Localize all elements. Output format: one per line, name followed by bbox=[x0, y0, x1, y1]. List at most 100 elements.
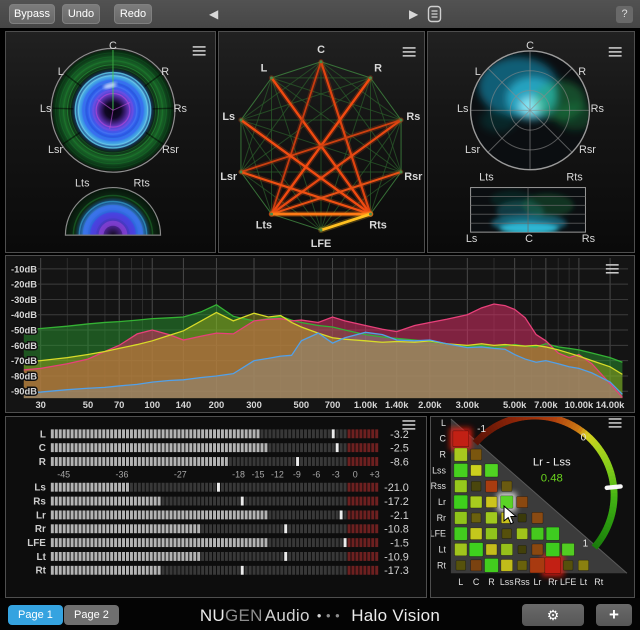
matrix-cell-LFE-Lss[interactable] bbox=[502, 529, 512, 539]
channel-label: R bbox=[374, 62, 382, 74]
gauge-scale-label: -1 bbox=[477, 424, 486, 435]
channel-label: Lts bbox=[479, 172, 494, 184]
matrix-cell-Lt-L[interactable] bbox=[455, 543, 467, 555]
matrix-cell-Lt-R[interactable] bbox=[486, 544, 497, 555]
prev-preset-icon[interactable]: ◀ bbox=[209, 7, 218, 21]
gear-icon: ⚙ bbox=[547, 607, 560, 623]
panel-menu-icon[interactable] bbox=[403, 48, 416, 56]
channel-label: R bbox=[161, 66, 169, 78]
matrix-cell-Rss-C[interactable] bbox=[471, 481, 481, 491]
matrix-cell-Lt-Lss[interactable] bbox=[501, 544, 513, 556]
meter-scale-tick: -36 bbox=[116, 469, 129, 479]
meter-channel-label: Lr bbox=[36, 510, 46, 521]
help-button[interactable]: ? bbox=[616, 6, 633, 23]
matrix-cell-Lss-C[interactable] bbox=[471, 465, 482, 476]
gauge-pair-title: Lr - Lss bbox=[533, 456, 571, 468]
gauge-marker bbox=[607, 486, 621, 487]
panel-menu-icon[interactable] bbox=[609, 48, 622, 56]
channel-label: Rts bbox=[369, 219, 387, 231]
channel-label: C bbox=[525, 233, 533, 245]
matrix-cell-Rss-Lss[interactable] bbox=[502, 481, 512, 491]
matrix-col-label: R bbox=[488, 577, 495, 587]
panel-menu-icon[interactable] bbox=[402, 421, 415, 429]
channel-label: Lsr bbox=[48, 144, 63, 156]
y-axis-tick: -90dB bbox=[11, 387, 37, 397]
matrix-cell-C-L[interactable] bbox=[453, 431, 469, 447]
matrix-cell-Rt-Lss[interactable] bbox=[501, 559, 513, 571]
brand-audio: Audio bbox=[265, 606, 310, 625]
matrix-cell-Lt-C[interactable] bbox=[469, 543, 483, 557]
matrix-col-label: Rr bbox=[548, 577, 557, 587]
matrix-cell-LFE-Rr[interactable] bbox=[546, 527, 559, 540]
preset-list-icon[interactable] bbox=[427, 5, 443, 24]
brand-dot: ● bbox=[317, 611, 322, 620]
panel-menu-icon[interactable] bbox=[609, 419, 622, 427]
matrix-col-label: Rss bbox=[514, 577, 530, 587]
bypass-button[interactable]: Bypass bbox=[9, 4, 55, 24]
matrix-cell-Lss-R[interactable] bbox=[485, 464, 498, 477]
gauge-scale-label: 1 bbox=[583, 539, 589, 550]
matrix-cell-Rr-C[interactable] bbox=[471, 513, 481, 523]
matrix-cell-Rt-C[interactable] bbox=[471, 560, 482, 571]
meter-row-C: C-2.5 bbox=[39, 443, 409, 455]
matrix-col-label: Rt bbox=[594, 577, 603, 587]
matrix-cell-Lt-LFE[interactable] bbox=[562, 543, 574, 555]
matrix-cell-Lr-Lss[interactable] bbox=[501, 496, 513, 508]
matrix-cell-Rss-R[interactable] bbox=[486, 480, 498, 492]
matrix-cell-Lt-Rss[interactable] bbox=[518, 545, 526, 553]
matrix-cell-LFE-Lr[interactable] bbox=[531, 527, 543, 539]
channel-label: L bbox=[261, 62, 268, 74]
undo-button[interactable]: Undo bbox=[62, 4, 100, 24]
x-axis-tick: 30 bbox=[35, 400, 45, 410]
meter-value: -10.8 bbox=[384, 524, 409, 536]
matrix-cell-Rt-L[interactable] bbox=[456, 561, 466, 571]
matrix-cell-Rt-Lr[interactable] bbox=[530, 558, 545, 573]
meter-channel-label: Ls bbox=[34, 483, 46, 494]
matrix-cell-Rt-R[interactable] bbox=[485, 558, 499, 572]
meter-channel-label: Rr bbox=[35, 524, 46, 535]
matrix-cell-Rss-L[interactable] bbox=[455, 480, 467, 492]
matrix-cell-Rr-R[interactable] bbox=[486, 512, 498, 524]
polar-scope-panel: CRRsRsrLsrLsLLtsRtsLsCRs bbox=[427, 31, 635, 253]
matrix-cell-LFE-R[interactable] bbox=[486, 528, 498, 540]
meter-scale-tick: -27 bbox=[174, 469, 187, 479]
matrix-cell-R-L[interactable] bbox=[454, 448, 467, 461]
matrix-row-label: Lss bbox=[432, 465, 446, 475]
brand-nu: NU bbox=[200, 606, 225, 625]
matrix-cell-Rr-Rss[interactable] bbox=[518, 514, 526, 522]
matrix-cell-Lt-Rr[interactable] bbox=[546, 543, 560, 557]
matrix-cell-Lr-L[interactable] bbox=[454, 495, 468, 509]
x-axis-tick: 140 bbox=[176, 400, 192, 410]
matrix-cell-Lr-Rss[interactable] bbox=[517, 497, 528, 508]
matrix-cell-Lr-R[interactable] bbox=[486, 497, 497, 508]
matrix-cell-LFE-C[interactable] bbox=[470, 528, 482, 540]
panel-menu-icon[interactable] bbox=[193, 47, 206, 55]
matrix-col-label: Lss bbox=[500, 577, 514, 587]
x-axis-tick: 10.00k bbox=[565, 400, 594, 410]
matrix-cell-Lss-L[interactable] bbox=[454, 463, 468, 477]
matrix-cell-LFE-Rss[interactable] bbox=[517, 528, 528, 539]
channel-label: Rs bbox=[591, 103, 605, 115]
matrix-cell-R-C[interactable] bbox=[471, 449, 482, 460]
matrix-cell-LFE-L[interactable] bbox=[454, 527, 467, 540]
matrix-cell-Lt-Lr[interactable] bbox=[532, 544, 543, 555]
next-preset-icon[interactable]: ▶ bbox=[409, 7, 418, 21]
matrix-cell-Rt-LFE[interactable] bbox=[563, 561, 573, 571]
redo-button[interactable]: Redo bbox=[114, 4, 152, 24]
panel-menu-icon[interactable] bbox=[606, 265, 619, 273]
x-axis-tick: 200 bbox=[209, 400, 225, 410]
meter-channel-label: Lt bbox=[37, 552, 47, 563]
level-meters-panel: L-3.2C-2.5R-8.6Ls-21.0Rs-17.2Lr-2.1Rr-10… bbox=[5, 416, 427, 598]
matrix-cell-Rt-Rr[interactable] bbox=[545, 557, 561, 573]
matrix-cell-Lr-C[interactable] bbox=[470, 496, 482, 508]
matrix-cell-Rr-L[interactable] bbox=[455, 512, 467, 524]
matrix-cell-Rt-Lt[interactable] bbox=[578, 560, 588, 570]
matrix-cell-Rr-Lr[interactable] bbox=[532, 512, 543, 523]
channel-label: Lsr bbox=[220, 171, 238, 183]
matrix-cell-Rt-Rss[interactable] bbox=[517, 561, 527, 571]
settings-button[interactable]: ⚙ bbox=[522, 604, 584, 626]
y-axis-tick: -70dB bbox=[11, 356, 37, 366]
channel-label: Rts bbox=[134, 178, 151, 190]
add-module-button[interactable]: + bbox=[596, 604, 632, 626]
matrix-cell-Rr-Lss[interactable] bbox=[501, 512, 512, 523]
